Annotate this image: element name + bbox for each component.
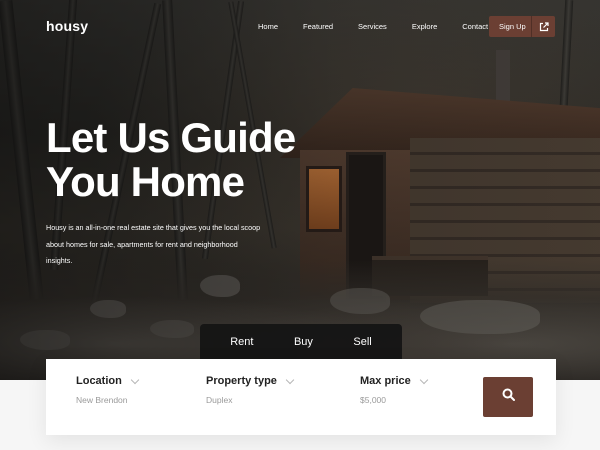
logo[interactable]: housy [46, 18, 88, 34]
chevron-down-icon [130, 375, 140, 384]
location-value: New Brendon [76, 395, 128, 405]
tab-rent[interactable]: Rent [230, 336, 253, 348]
search-card: Location New Brendon Property type Duple… [46, 359, 556, 435]
chevron-down-icon [419, 375, 428, 384]
search-button[interactable] [483, 377, 533, 417]
property-type-field[interactable]: Property type Duplex [206, 375, 295, 405]
location-field[interactable]: Location New Brendon [76, 375, 140, 405]
external-link-icon [532, 21, 555, 32]
tab-buy[interactable]: Buy [294, 336, 313, 348]
listing-type-tabs: Rent Buy Sell [200, 324, 402, 360]
tab-sell[interactable]: Sell [353, 336, 371, 348]
max-price-field[interactable]: Max price $5,000 [360, 375, 428, 405]
max-price-value: $5,000 [360, 395, 386, 405]
location-label: Location [76, 375, 122, 387]
nav-home[interactable]: Home [258, 22, 278, 31]
chevron-down-icon [285, 375, 295, 384]
hero-description: Housy is an all-in-one real estate site … [46, 223, 261, 265]
nav-services[interactable]: Services [358, 22, 387, 31]
page-title: Let Us Guide You Home [46, 114, 296, 205]
nav-explore[interactable]: Explore [412, 22, 437, 31]
search-icon [502, 388, 515, 406]
main-nav: Home Featured Services Explore Contact [258, 22, 513, 31]
property-type-label: Property type [206, 375, 277, 387]
max-price-label: Max price [360, 375, 411, 387]
property-type-value: Duplex [206, 395, 233, 405]
nav-featured[interactable]: Featured [303, 22, 333, 31]
signup-label: Sign Up [499, 22, 526, 31]
nav-contact[interactable]: Contact [462, 22, 488, 31]
signup-button[interactable]: Sign Up [489, 16, 555, 37]
